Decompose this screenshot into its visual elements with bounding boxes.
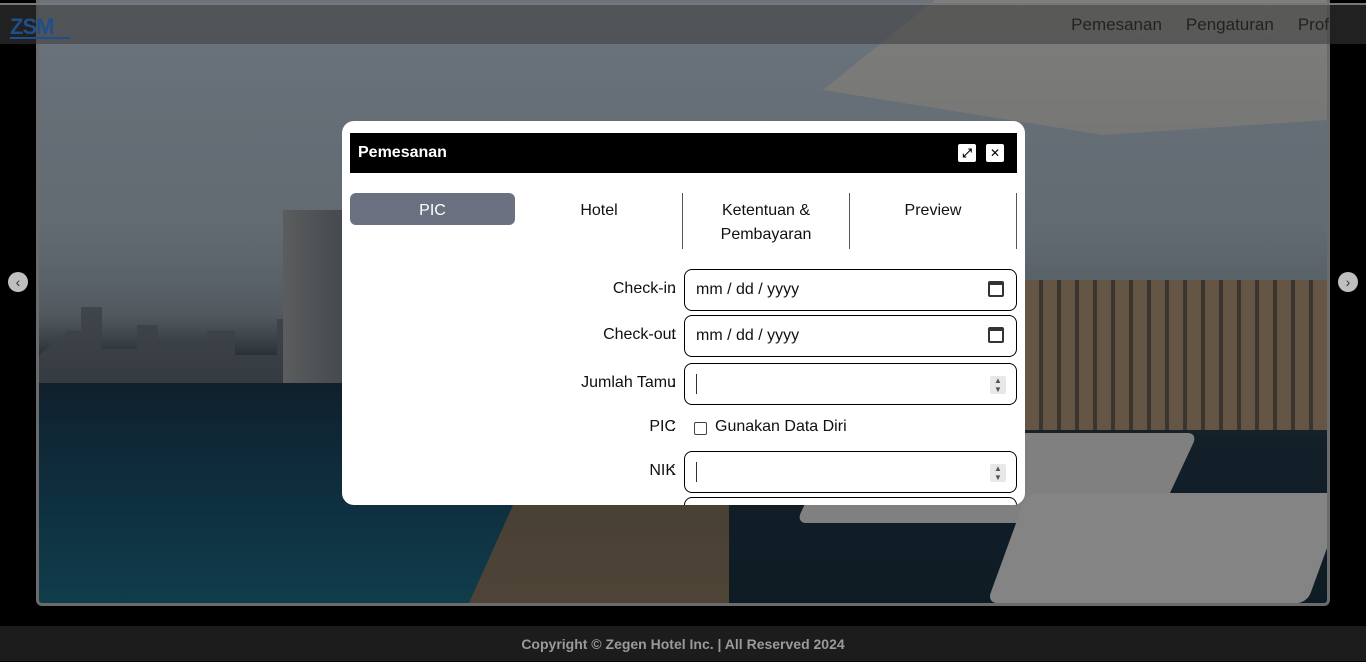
- spinner-icon[interactable]: ▲ ▼: [990, 464, 1006, 482]
- tab-bar: PIC Hotel Ketentuan & Pembayaran Preview: [350, 193, 1017, 249]
- tab-pic[interactable]: PIC: [350, 193, 515, 225]
- checkin-row: Check-in : mm / dd / yyyy: [342, 269, 1025, 311]
- checkin-date-input[interactable]: mm / dd / yyyy: [684, 269, 1017, 311]
- booking-modal: Pemesanan ⤢ ✕ PIC Hotel Ketentuan & Pemb…: [342, 121, 1025, 505]
- nik-row: NIK : ▲ ▼: [342, 451, 1025, 493]
- next-row: [342, 497, 1025, 505]
- calendar-icon[interactable]: [988, 281, 1004, 297]
- chevron-left-icon[interactable]: ‹: [8, 272, 28, 292]
- modal-title: Pemesanan: [358, 144, 447, 161]
- nav-profile[interactable]: Profile: [1298, 15, 1346, 35]
- nik-input[interactable]: ▲ ▼: [684, 451, 1017, 493]
- expand-icon[interactable]: ⤢: [958, 144, 976, 162]
- tab-preview[interactable]: Preview: [850, 193, 1017, 249]
- use-own-data-checkbox[interactable]: [694, 422, 707, 435]
- modal-header: Pemesanan ⤢ ✕: [350, 133, 1017, 173]
- close-icon[interactable]: ✕: [986, 144, 1004, 162]
- svg-text:ZSM: ZSM: [10, 14, 53, 39]
- checkout-label: Check-out: [603, 326, 676, 343]
- pic-row: PIC : Gunakan Data Diri: [649, 418, 847, 436]
- zsm-logo[interactable]: ZSM: [8, 10, 72, 44]
- checkout-row: Check-out : mm / dd / yyyy: [342, 315, 1025, 357]
- chevron-right-icon[interactable]: ›: [1338, 272, 1358, 292]
- tab-ketentuan-pembayaran[interactable]: Ketentuan & Pembayaran: [683, 193, 850, 249]
- checkin-label: Check-in: [612, 280, 676, 297]
- guests-label: Jumlah Tamu: [581, 374, 676, 391]
- tab-hotel[interactable]: Hotel: [516, 193, 683, 249]
- use-own-data-label[interactable]: Gunakan Data Diri: [715, 418, 847, 436]
- checkout-date-input[interactable]: mm / dd / yyyy: [684, 315, 1017, 357]
- next-input[interactable]: [684, 497, 1017, 505]
- nav-pemesanan[interactable]: Pemesanan: [1071, 15, 1162, 35]
- navbar: ZSM Pemesanan Pengaturan Profile: [0, 3, 1366, 44]
- nav-pengaturan[interactable]: Pengaturan: [1186, 15, 1274, 35]
- spinner-icon[interactable]: ▲ ▼: [990, 376, 1006, 394]
- page: ZSM Pemesanan Pengaturan Profile ‹ › Pem…: [0, 0, 1366, 661]
- guests-row: Jumlah Tamu : ▲ ▼: [342, 363, 1025, 405]
- calendar-icon[interactable]: [988, 327, 1004, 343]
- guests-number-input[interactable]: ▲ ▼: [684, 363, 1017, 405]
- footer: Copyright © Zegen Hotel Inc. | All Reser…: [0, 626, 1366, 661]
